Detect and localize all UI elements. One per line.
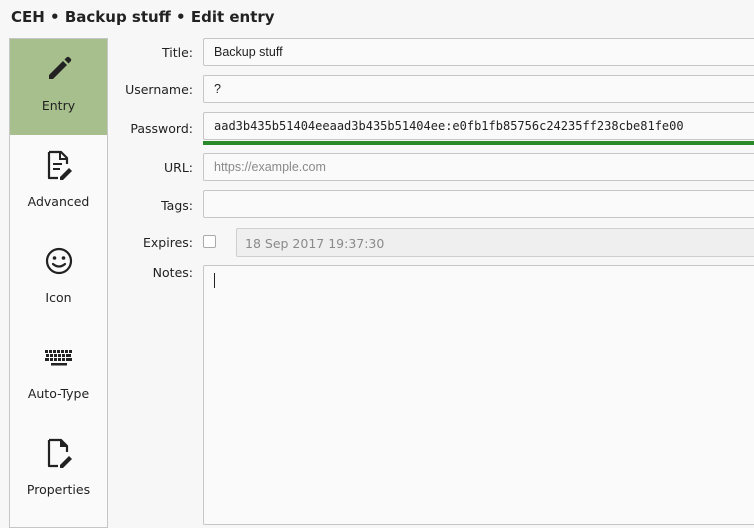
sidebar: Entry Advanced Icon Auto-Type Properties bbox=[9, 38, 108, 528]
document-edit-icon bbox=[47, 150, 72, 180]
tags-label: Tags: bbox=[161, 198, 193, 213]
tags-field[interactable] bbox=[203, 190, 754, 218]
sidebar-item-entry[interactable]: Entry bbox=[10, 39, 107, 135]
sidebar-item-label: Entry bbox=[41, 98, 76, 113]
file-edit-icon bbox=[47, 438, 72, 468]
sidebar-item-label: Icon bbox=[45, 290, 72, 305]
window-title: CEH • Backup stuff • Edit entry bbox=[11, 8, 275, 26]
sidebar-item-icon[interactable]: Icon bbox=[10, 231, 107, 327]
title-label: Title: bbox=[162, 45, 193, 60]
password-label: Password: bbox=[130, 121, 193, 136]
notes-label: Notes: bbox=[152, 265, 193, 280]
text-cursor bbox=[214, 273, 215, 288]
expires-label: Expires: bbox=[143, 235, 193, 250]
smiley-icon bbox=[45, 247, 73, 275]
sidebar-item-label: Advanced bbox=[27, 194, 90, 209]
keyboard-icon bbox=[45, 350, 72, 366]
url-label: URL: bbox=[163, 160, 193, 175]
sidebar-item-auto-type[interactable]: Auto-Type bbox=[10, 327, 107, 423]
username-field[interactable] bbox=[203, 75, 754, 103]
sidebar-item-label: Properties bbox=[26, 482, 91, 497]
notes-textarea[interactable] bbox=[203, 265, 754, 525]
expires-checkbox[interactable] bbox=[203, 235, 216, 248]
sidebar-item-advanced[interactable]: Advanced bbox=[10, 135, 107, 231]
title-field[interactable] bbox=[203, 38, 754, 66]
username-label: Username: bbox=[125, 82, 193, 97]
expires-datetime-field[interactable]: 18 Sep 2017 19:37:30 bbox=[236, 228, 754, 257]
password-field[interactable] bbox=[203, 112, 754, 140]
sidebar-item-label: Auto-Type bbox=[27, 386, 90, 401]
pencil-icon bbox=[49, 56, 72, 79]
sidebar-item-properties[interactable]: Properties bbox=[10, 423, 107, 519]
password-strength-bar bbox=[203, 141, 754, 145]
url-field[interactable] bbox=[203, 153, 754, 181]
